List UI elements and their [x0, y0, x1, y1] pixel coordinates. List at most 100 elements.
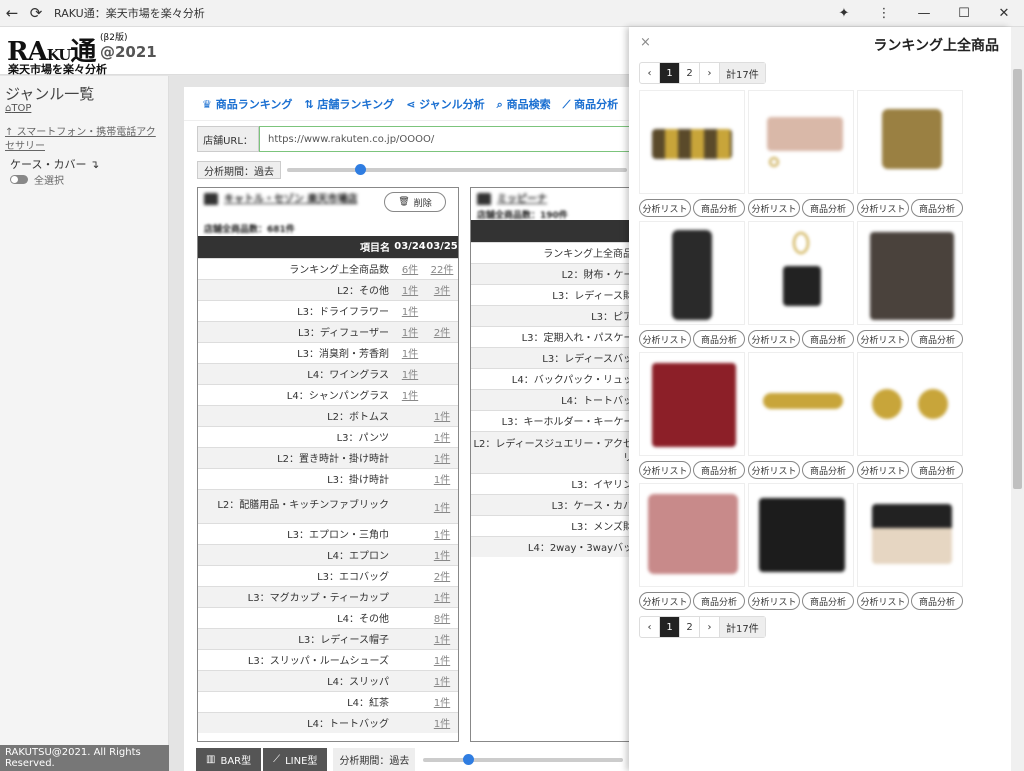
row-value[interactable] [394, 446, 426, 468]
row-value[interactable]: 1件 [426, 669, 458, 691]
row-value[interactable]: 1件 [426, 690, 458, 712]
pager-page-2[interactable]: 2 [680, 63, 700, 83]
row-value[interactable] [394, 522, 426, 544]
row-value[interactable] [426, 383, 458, 405]
product-image[interactable] [748, 483, 854, 587]
panel-scrollbar[interactable] [1011, 27, 1024, 771]
row-value[interactable]: 1件 [426, 711, 458, 733]
product-image[interactable] [748, 221, 854, 325]
pager-next[interactable]: › [700, 617, 720, 637]
analysis-list-button[interactable]: 分析リスト [639, 199, 691, 217]
product-image[interactable] [639, 221, 745, 325]
sidebar-genre-path[interactable]: ↑ スマートフォン・携帯電話アクセサリー [5, 126, 165, 154]
analysis-list-button[interactable]: 分析リスト [639, 330, 691, 348]
row-value[interactable]: 1件 [426, 543, 458, 565]
bottom-period-slider[interactable] [423, 753, 624, 765]
row-value[interactable]: 1件 [394, 299, 426, 321]
row-value[interactable]: 3件 [426, 278, 458, 300]
row-value[interactable]: 1件 [426, 488, 458, 523]
row-value[interactable]: 1件 [426, 648, 458, 670]
analysis-list-button[interactable]: 分析リスト [639, 592, 691, 610]
close-icon[interactable]: ✕ [984, 2, 1024, 26]
row-value[interactable] [394, 711, 426, 733]
analysis-list-button[interactable]: 分析リスト [748, 461, 800, 479]
row-value[interactable]: 1件 [394, 320, 426, 342]
product-analysis-button[interactable]: 商品分析 [693, 330, 745, 348]
line-chart-button[interactable]: ⟋ LINE型 [263, 748, 328, 771]
period-slider-knob[interactable] [355, 164, 366, 175]
row-value[interactable]: 1件 [426, 404, 458, 426]
product-analysis-button[interactable]: 商品分析 [802, 592, 854, 610]
pager-prev[interactable]: ‹ [640, 63, 660, 83]
row-value[interactable]: 1件 [426, 585, 458, 607]
product-analysis-button[interactable]: 商品分析 [802, 461, 854, 479]
analysis-list-button[interactable]: 分析リスト [748, 199, 800, 217]
row-value[interactable]: 8件 [426, 606, 458, 628]
product-image[interactable] [857, 221, 963, 325]
row-value[interactable] [394, 585, 426, 607]
sidebar-category[interactable]: ケース・カバー ↴ [10, 156, 99, 172]
row-value[interactable] [394, 669, 426, 691]
product-image[interactable] [857, 483, 963, 587]
row-value[interactable]: 1件 [394, 278, 426, 300]
tab-product-ranking[interactable]: ♛ 商品ランキング [202, 96, 292, 112]
row-value[interactable]: 2件 [426, 564, 458, 586]
row-value[interactable] [394, 425, 426, 447]
product-image[interactable] [748, 352, 854, 456]
row-value[interactable]: 1件 [426, 627, 458, 649]
row-value[interactable] [394, 467, 426, 489]
product-analysis-button[interactable]: 商品分析 [693, 461, 745, 479]
scrollbar-thumb[interactable] [1013, 69, 1022, 489]
row-value[interactable] [394, 648, 426, 670]
analysis-list-button[interactable]: 分析リスト [857, 330, 909, 348]
analysis-list-button[interactable]: 分析リスト [639, 461, 691, 479]
pager-prev[interactable]: ‹ [640, 617, 660, 637]
back-arrow-icon[interactable]: ← [0, 1, 24, 25]
bottom-slider-knob[interactable] [463, 753, 475, 765]
product-analysis-button[interactable]: 商品分析 [911, 199, 963, 217]
bar-chart-button[interactable]: ▥ BAR型 [196, 748, 262, 771]
row-value[interactable] [394, 606, 426, 628]
analysis-list-button[interactable]: 分析リスト [857, 199, 909, 217]
product-analysis-button[interactable]: 商品分析 [911, 461, 963, 479]
row-value[interactable]: 1件 [426, 467, 458, 489]
product-image[interactable] [639, 352, 745, 456]
row-value[interactable] [426, 362, 458, 384]
row-value[interactable]: 1件 [394, 383, 426, 405]
row-value[interactable]: 6件 [394, 257, 426, 279]
row-value[interactable] [394, 543, 426, 565]
panel-close-icon[interactable]: × [640, 35, 651, 50]
pager-next[interactable]: › [700, 63, 720, 83]
shop-1-name[interactable]: キャトル・セゾン 楽天市場店 [204, 192, 357, 208]
product-analysis-button[interactable]: 商品分析 [911, 330, 963, 348]
row-value[interactable]: 1件 [394, 362, 426, 384]
tab-product-search[interactable]: ⌕ 商品検索 [497, 96, 551, 112]
product-image[interactable] [857, 90, 963, 194]
row-value[interactable]: 2件 [426, 320, 458, 342]
row-value[interactable]: 1件 [394, 341, 426, 363]
product-image[interactable] [639, 483, 745, 587]
analysis-list-button[interactable]: 分析リスト [857, 461, 909, 479]
row-value[interactable] [394, 404, 426, 426]
select-all-toggle[interactable]: 全選択 [10, 172, 64, 187]
shop-2-name[interactable]: ミッピーナ [477, 192, 547, 208]
product-image[interactable] [639, 90, 745, 194]
reload-icon[interactable]: ⟳ [24, 1, 48, 25]
row-value[interactable]: 22件 [426, 257, 458, 279]
pager-page-1[interactable]: 1 [660, 63, 680, 83]
tab-product-analysis[interactable]: ⟋ 商品分析 [563, 96, 619, 112]
product-analysis-button[interactable]: 商品分析 [911, 592, 963, 610]
row-value[interactable] [426, 299, 458, 321]
row-value[interactable]: 1件 [426, 425, 458, 447]
row-value[interactable] [394, 564, 426, 586]
period-slider[interactable] [287, 164, 627, 175]
pager-page-1[interactable]: 1 [660, 617, 680, 637]
row-value[interactable] [394, 627, 426, 649]
maximize-icon[interactable]: ☐ [944, 2, 984, 26]
row-value[interactable]: 1件 [426, 446, 458, 468]
product-image[interactable] [857, 352, 963, 456]
product-analysis-button[interactable]: 商品分析 [693, 199, 745, 217]
product-analysis-button[interactable]: 商品分析 [802, 330, 854, 348]
product-image[interactable] [748, 90, 854, 194]
row-value[interactable] [394, 488, 426, 523]
